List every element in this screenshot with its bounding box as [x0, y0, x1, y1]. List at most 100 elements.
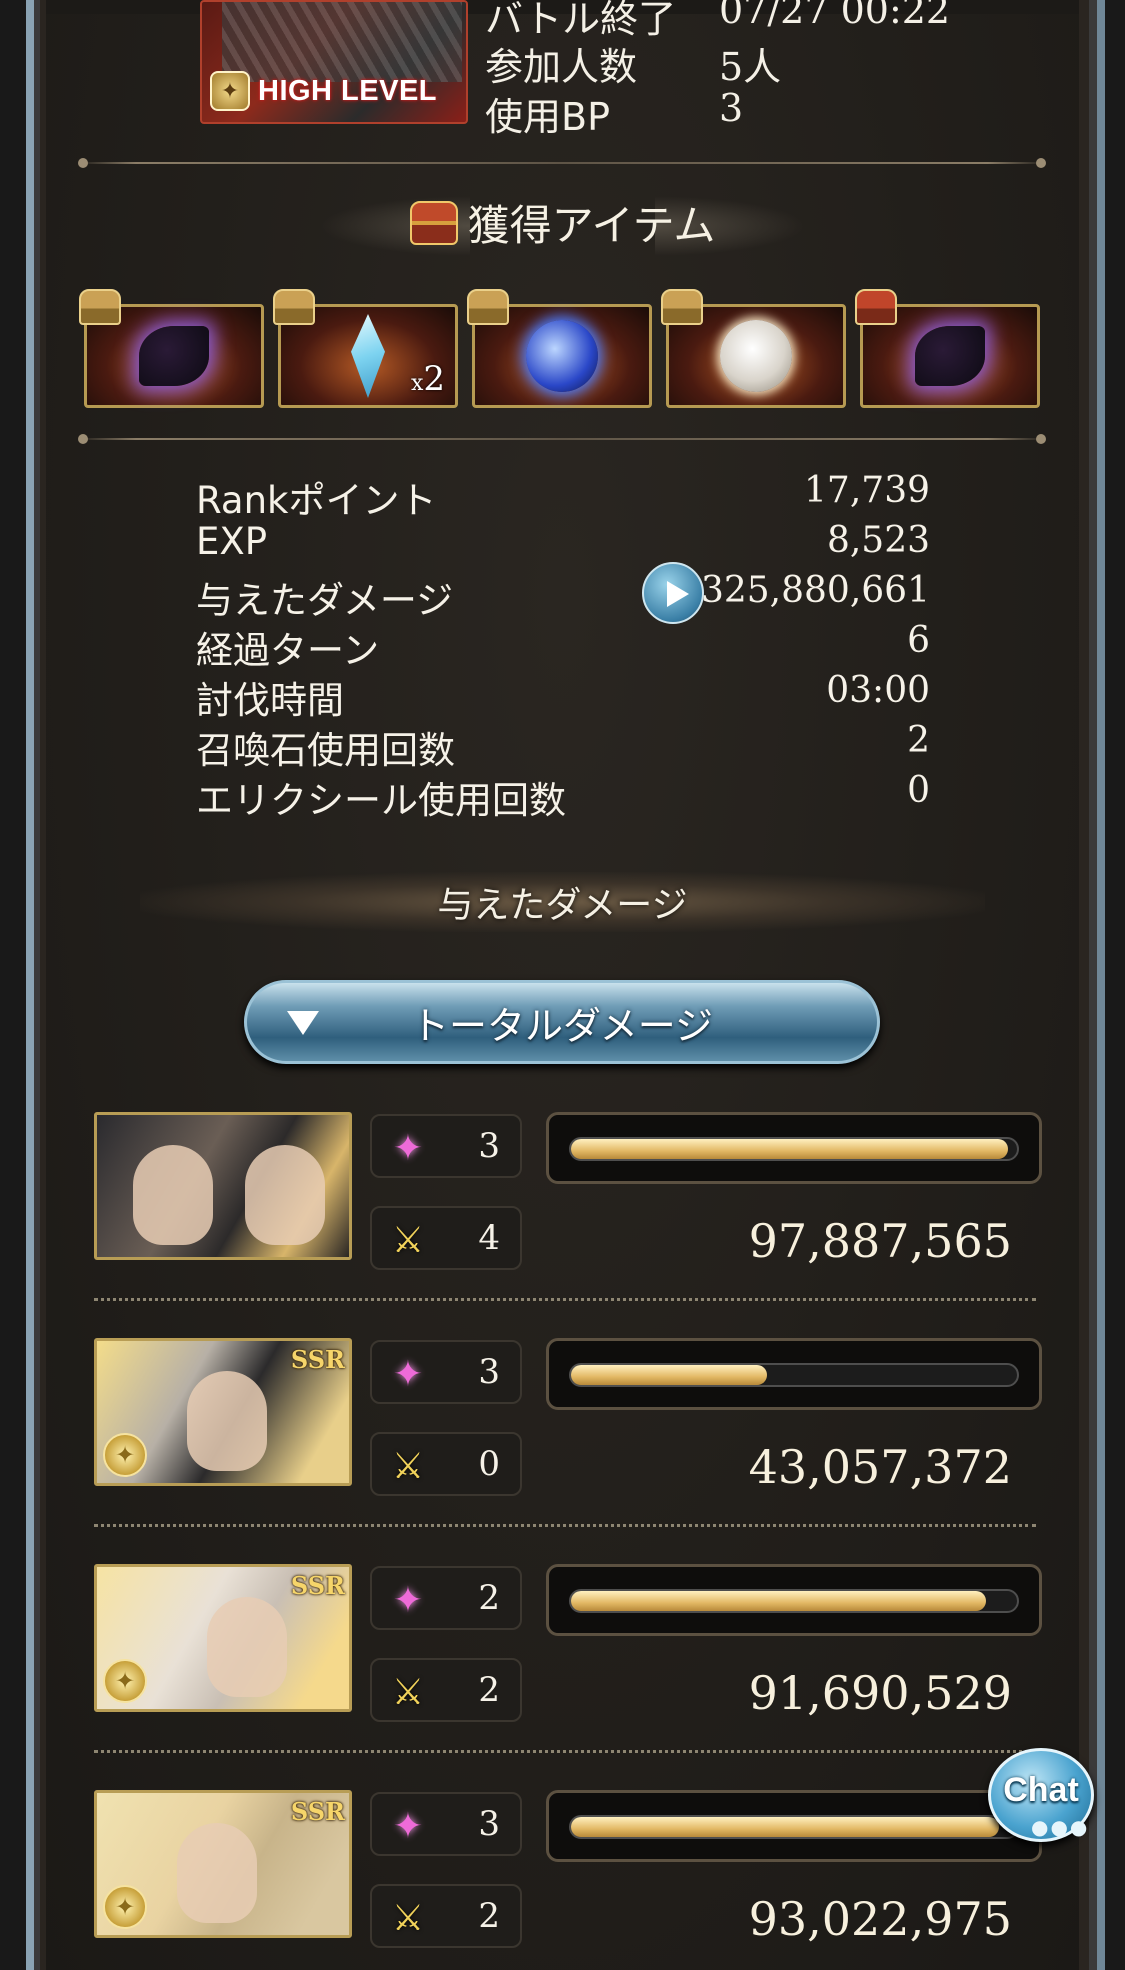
item-slot[interactable]: x2 [273, 289, 458, 408]
player-row[interactable]: SSR ✦ ✦ 3 ⚔ 0 43,057,372 [94, 1338, 1042, 1538]
total-damage-dropdown[interactable]: トータルダメージ [244, 980, 880, 1064]
damage-bar-fill [571, 1591, 986, 1611]
item-slot[interactable] [855, 289, 1040, 408]
quest-banner: ✦ HIGH LEVEL [200, 0, 468, 124]
damage-bar [546, 1112, 1042, 1184]
ornament-divider [78, 156, 1046, 170]
item-count: x2 [410, 359, 445, 399]
row-divider [94, 1750, 1036, 1753]
attack-count: 0 [478, 1444, 500, 1484]
play-damage-button[interactable] [642, 562, 704, 624]
stat-value: 8,523 [826, 520, 930, 561]
player-row[interactable]: SSR ✦ ✦ 2 ⚔ 2 91,690,529 [94, 1564, 1042, 1764]
sparkle-icon: ✦ [392, 1353, 424, 1395]
damage-bar [546, 1564, 1042, 1636]
gold-chest-icon [273, 289, 315, 325]
stat-value: 03:00 [826, 670, 930, 711]
damage-value: 97,887,565 [748, 1214, 1012, 1268]
chat-label: Chat [1003, 1771, 1079, 1809]
crossed-swords-icon: ⚔ [391, 1671, 425, 1713]
high-level-icon: ✦ [210, 71, 250, 111]
ssr-badge: SSR [290, 1571, 345, 1600]
stat-turns: 経過ターン 6 [196, 620, 930, 672]
stat-value: 0 [907, 770, 930, 811]
stat-rank-points: Rankポイント 17,739 [196, 470, 930, 522]
damage-bar-fill [571, 1817, 1000, 1837]
dark-claw-icon [139, 326, 209, 386]
gold-chest-icon [467, 289, 509, 325]
player-row[interactable]: ✦ 3 ⚔ 4 97,887,565 [94, 1112, 1042, 1312]
info-label: バトル終了 [485, 0, 677, 41]
skill-count-box: ✦ 3 [370, 1792, 522, 1856]
stat-value: 2 [907, 720, 930, 761]
stat-label: 与えたダメージ [196, 579, 454, 622]
item-list: x2 [79, 289, 1040, 408]
attack-count-box: ⚔ 4 [370, 1206, 522, 1270]
row-divider [94, 1524, 1036, 1527]
stat-time: 討伐時間 03:00 [196, 670, 930, 722]
item-slot[interactable] [79, 289, 264, 408]
right-frame [1079, 0, 1125, 1970]
star-medal-icon: ✦ [103, 1433, 147, 1477]
item-slot[interactable] [467, 289, 652, 408]
info-label: 使用BP [485, 95, 610, 139]
attack-count-box: ⚔ 2 [370, 1884, 522, 1948]
items-title: 獲得アイテム [0, 192, 1125, 253]
blue-orb-icon [526, 320, 598, 392]
crossed-swords-icon: ⚔ [391, 1219, 425, 1261]
high-level-text: HIGH LEVEL [258, 74, 438, 107]
attack-count-box: ⚔ 2 [370, 1658, 522, 1722]
chevron-down-icon [287, 1011, 319, 1035]
star-medal-icon: ✦ [103, 1885, 147, 1929]
stat-value: 325,880,661 [700, 570, 930, 611]
damage-heading-label: 与えたダメージ [437, 885, 688, 926]
sparkle-icon: ✦ [392, 1579, 424, 1621]
left-frame [0, 0, 46, 1970]
skill-count: 3 [478, 1352, 500, 1392]
crystal-icon [351, 314, 385, 398]
player-portrait: SSR ✦ [94, 1338, 352, 1486]
treasure-chest-icon [409, 200, 458, 245]
crossed-swords-icon: ⚔ [391, 1897, 425, 1939]
player-portrait [94, 1112, 352, 1260]
star-medal-icon: ✦ [103, 1659, 147, 1703]
crossed-swords-icon: ⚔ [391, 1445, 425, 1487]
damage-bar-fill [571, 1365, 768, 1385]
damage-bar [546, 1338, 1042, 1410]
stat-value: 17,739 [804, 470, 930, 511]
battle-stats: Rankポイント 17,739 EXP 8,523 与えたダメージ 325,88… [196, 470, 930, 822]
high-level-badge: ✦ HIGH LEVEL [210, 70, 437, 112]
attack-count: 4 [478, 1218, 500, 1258]
skill-count: 3 [478, 1126, 500, 1166]
info-label: 参加人数 [485, 45, 638, 89]
chat-button[interactable]: Chat ●●● [988, 1748, 1094, 1842]
stat-damage: 与えたダメージ 325,880,661 [196, 562, 930, 624]
stat-elixir-uses: エリクシール使用回数 0 [196, 770, 930, 822]
player-portrait: SSR ✦ [94, 1790, 352, 1938]
damage-value: 91,690,529 [748, 1666, 1012, 1720]
attack-count: 2 [478, 1896, 500, 1936]
gold-chest-icon [661, 289, 703, 325]
chat-dots-icon: ●●● [1031, 1815, 1090, 1839]
player-row[interactable]: SSR ✦ ✦ 3 ⚔ 2 93,022,975 [94, 1790, 1042, 1970]
skill-count-box: ✦ 2 [370, 1566, 522, 1630]
damage-section-heading: 与えたダメージ [140, 872, 985, 932]
skill-count: 2 [478, 1578, 500, 1618]
stat-summon-uses: 召喚石使用回数 2 [196, 720, 930, 772]
stat-label: エリクシール使用回数 [196, 779, 566, 822]
ssr-badge: SSR [290, 1345, 345, 1374]
damage-bar [546, 1790, 1042, 1862]
info-participants: 参加人数 5人 [485, 36, 781, 91]
skill-count: 3 [478, 1804, 500, 1844]
stat-label: EXP [196, 520, 268, 563]
item-slot[interactable] [661, 289, 846, 408]
stat-value: 6 [907, 620, 930, 661]
attack-count-box: ⚔ 0 [370, 1432, 522, 1496]
ssr-badge: SSR [290, 1797, 345, 1826]
stat-label: Rankポイント [196, 479, 437, 522]
stat-label: 討伐時間 [196, 679, 344, 722]
dark-claw-icon [915, 326, 985, 386]
skill-count-box: ✦ 3 [370, 1114, 522, 1178]
gold-chest-icon [79, 289, 121, 325]
stat-label: 経過ターン [196, 629, 380, 672]
